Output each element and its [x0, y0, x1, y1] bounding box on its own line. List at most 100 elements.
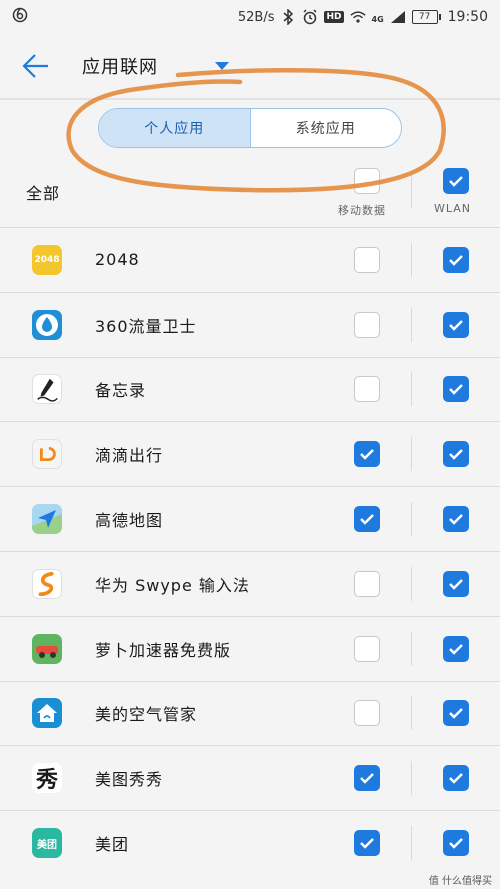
check-icon: [360, 838, 374, 849]
wlan-checkbox[interactable]: [443, 506, 469, 533]
app-row: 秀 美图秀秀: [0, 745, 500, 810]
column-divider: [411, 437, 412, 472]
app-name: 萝卜加速器免费版: [95, 640, 232, 660]
mobile-data-checkbox[interactable]: [354, 830, 380, 857]
app-header: 应用联网: [0, 34, 500, 100]
wlan-checkbox[interactable]: [443, 635, 469, 662]
column-divider: [411, 566, 412, 601]
select-all-wlan-checkbox[interactable]: [443, 168, 469, 194]
mobile-data-checkbox[interactable]: [354, 570, 380, 597]
meitu-icon: 秀: [32, 763, 62, 794]
map-arrow-icon: [32, 504, 62, 535]
check-icon: [449, 255, 463, 266]
column-divider: [411, 631, 412, 666]
app-name: 美图秀秀: [95, 770, 164, 790]
app-name: 滴滴出行: [95, 446, 164, 466]
app-icon-text: 美团: [37, 839, 57, 851]
column-divider: [411, 696, 412, 731]
page-title: 应用联网: [82, 57, 158, 78]
status-bar: 52B/s HD 4G 77 19:50: [0, 0, 500, 34]
signal-type: 4G: [371, 15, 384, 24]
check-icon: [360, 773, 374, 784]
check-icon: [360, 514, 374, 525]
app-type-segment: 个人应用 系统应用: [98, 108, 402, 148]
mobile-data-checkbox[interactable]: [354, 700, 380, 727]
app-name: 高德地图: [95, 511, 164, 531]
wlan-checkbox[interactable]: [443, 441, 469, 468]
app-row: 360流量卫士: [0, 291, 500, 357]
swype-icon: [32, 568, 62, 599]
wlan-checkbox[interactable]: [443, 765, 469, 792]
mobile-data-checkbox[interactable]: [354, 506, 380, 533]
column-divider: [411, 174, 412, 208]
wlan-checkbox[interactable]: [443, 830, 469, 857]
check-icon: [360, 449, 374, 460]
wlan-checkbox[interactable]: [443, 376, 469, 403]
didi-icon: [32, 439, 62, 470]
check-icon: [449, 708, 463, 720]
check-icon: [449, 643, 463, 655]
column-divider: [411, 372, 412, 407]
app-row: 美的空气管家: [0, 680, 500, 746]
check-icon: [449, 176, 463, 187]
app-icon-text: 2048: [34, 254, 60, 265]
tab-personal-apps[interactable]: 个人应用: [99, 109, 251, 147]
app-row: 滴滴出行: [0, 421, 500, 486]
app-icon-text: 秀: [35, 767, 58, 794]
check-icon: [449, 319, 463, 331]
alarm-icon: [302, 9, 318, 25]
select-all-row: 全部 移动数据 WLAN: [0, 160, 500, 226]
home-icon: [32, 698, 62, 729]
column-divider: [411, 307, 412, 342]
mobile-data-checkbox[interactable]: [354, 765, 380, 792]
column-divider: [411, 242, 412, 277]
mobile-data-checkbox[interactable]: [354, 635, 380, 662]
meituan-icon: 美团: [32, 828, 62, 859]
app-row: 2048 2048: [0, 227, 500, 292]
app-name: 2048: [95, 250, 140, 270]
clock: 19:50: [447, 9, 488, 25]
mobile-data-checkbox[interactable]: [354, 311, 380, 338]
app-row: 华为 Swype 输入法: [0, 550, 500, 616]
check-icon: [449, 384, 463, 396]
game-2048-icon: 2048: [32, 244, 62, 275]
mobile-data-checkbox[interactable]: [354, 441, 380, 468]
check-icon: [449, 449, 463, 460]
app-name: 美团: [95, 835, 130, 855]
wlan-checkbox[interactable]: [443, 246, 469, 273]
column-divider: [411, 502, 412, 537]
select-all-mobile-checkbox[interactable]: [354, 168, 380, 194]
notification-icon: [12, 7, 36, 27]
app-name: 备忘录: [95, 381, 147, 401]
back-arrow-icon: [22, 54, 48, 78]
column-divider: [411, 826, 412, 861]
app-row: 备忘录: [0, 356, 500, 422]
back-button[interactable]: [0, 33, 72, 99]
car-icon: [32, 633, 62, 664]
mobile-data-checkbox[interactable]: [354, 376, 380, 403]
wlan-checkbox[interactable]: [443, 700, 469, 727]
title-dropdown[interactable]: [212, 56, 232, 76]
select-all-label: 全部: [26, 184, 61, 203]
tab-system-apps[interactable]: 系统应用: [251, 109, 402, 147]
app-list: 2048 2048 360流量卫士备忘录滴滴出行高德地图华为 Swype 输入法 萝卜…: [0, 227, 500, 875]
caret-down-icon: [215, 62, 229, 70]
network-speed: 52B/s: [237, 9, 275, 25]
watermark: 值 什么值得买: [428, 876, 492, 887]
mobile-data-column-label: 移动数据: [338, 204, 386, 217]
cellular-signal-icon: [390, 9, 406, 25]
pen-icon: [32, 374, 62, 405]
column-divider: [411, 761, 412, 796]
check-icon: [449, 514, 463, 525]
check-icon: [449, 579, 463, 590]
mobile-data-checkbox[interactable]: [354, 246, 380, 273]
wlan-checkbox[interactable]: [443, 311, 469, 338]
app-row: 美团 美团: [0, 810, 500, 875]
wlan-column-label: WLAN: [434, 202, 472, 215]
bluetooth-icon: [280, 9, 296, 25]
hd-icon: HD: [324, 11, 344, 23]
battery-level: 77: [418, 12, 431, 22]
wlan-checkbox[interactable]: [443, 570, 469, 597]
water-drop-icon: [32, 309, 62, 340]
app-name: 华为 Swype 输入法: [95, 575, 250, 595]
